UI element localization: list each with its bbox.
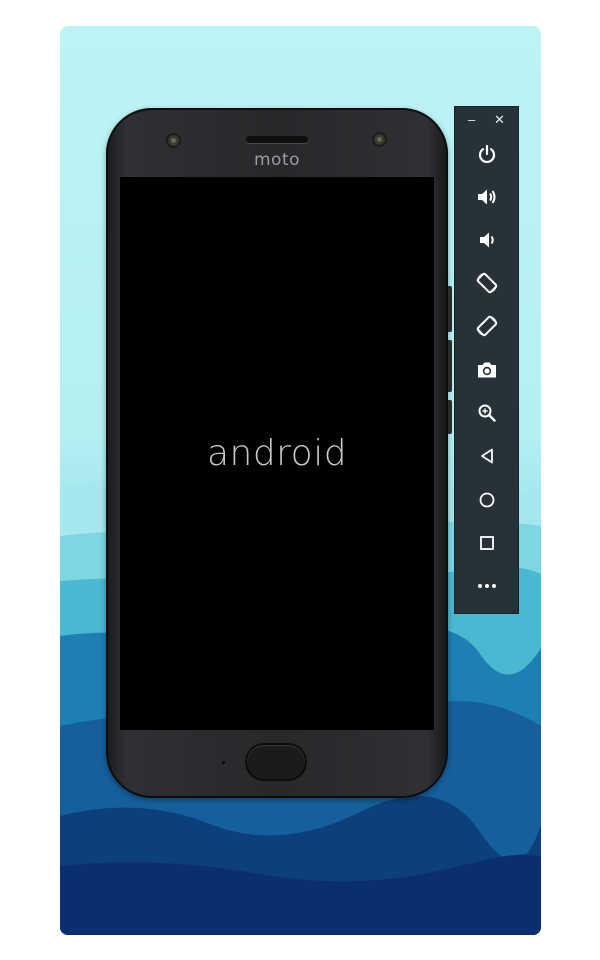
emulator-toolbar: – ✕ (454, 106, 519, 614)
boot-logo-text: android (206, 433, 348, 474)
microphone (222, 761, 225, 764)
home-button[interactable] (455, 482, 518, 518)
side-button (448, 340, 452, 392)
minimize-button[interactable]: – (468, 113, 475, 127)
more-button[interactable] (455, 568, 518, 604)
side-button (448, 400, 452, 434)
screenshot-button[interactable] (455, 352, 518, 388)
rotate-right-icon (476, 315, 497, 337)
brand-logo: moto (253, 150, 301, 170)
back-button[interactable] (455, 438, 518, 474)
fingerprint-home-button[interactable] (247, 745, 305, 779)
rotate-left-icon (476, 272, 497, 294)
volume-down-icon (479, 232, 494, 248)
device-screen[interactable]: android (120, 177, 434, 730)
rotate-right-button[interactable] (455, 308, 518, 344)
more-horizontal-icon (477, 584, 496, 588)
zoom-in-icon (478, 404, 496, 422)
overview-square-icon (479, 536, 494, 550)
volume-up-icon (477, 189, 495, 205)
zoom-button[interactable] (455, 395, 518, 431)
back-triangle-icon (480, 448, 493, 464)
home-circle-icon (479, 492, 494, 508)
overview-button[interactable] (455, 525, 518, 561)
front-flash (168, 135, 179, 146)
camera-icon (477, 362, 496, 378)
device-frame: moto android (106, 108, 452, 798)
side-button (448, 286, 452, 332)
rotate-left-button[interactable] (455, 265, 518, 301)
front-camera (374, 134, 385, 145)
power-button[interactable] (455, 136, 518, 172)
close-button[interactable]: ✕ (494, 113, 505, 127)
volume-up-button[interactable] (455, 179, 518, 215)
power-icon (478, 144, 495, 163)
volume-down-button[interactable] (455, 222, 518, 258)
earpiece-speaker (246, 136, 308, 143)
